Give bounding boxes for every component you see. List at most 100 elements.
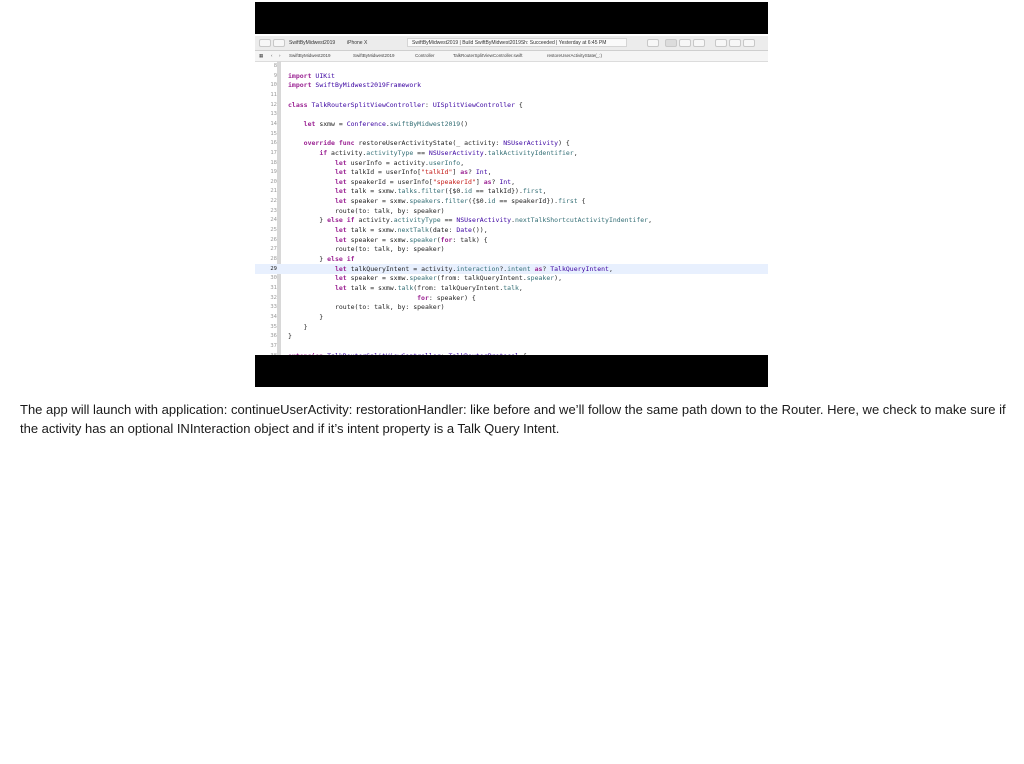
line-number: 24	[270, 217, 277, 224]
grid-icon[interactable]: ▦	[259, 52, 263, 60]
code-text: let speaker = sxmw.speaker(from: talkQue…	[334, 274, 562, 283]
version-editor-button[interactable]	[693, 39, 705, 47]
code-line[interactable]: 13	[255, 109, 768, 119]
code-line[interactable]: 15	[255, 129, 768, 139]
line-number: 18	[270, 159, 277, 166]
code-text: let userInfo = activity.userInfo,	[334, 158, 465, 167]
line-number: 9	[273, 72, 277, 79]
line-number: 20	[270, 178, 277, 185]
code-text: let speakerId = userInfo["speakerId"] as…	[334, 177, 516, 186]
line-number: 33	[270, 304, 277, 311]
code-text: let talkQueryIntent = activity.interacti…	[334, 264, 613, 273]
code-text: let sxmw = Conference.swiftByMidwest2019…	[303, 119, 469, 128]
inspector-toggle-button[interactable]	[743, 39, 755, 47]
code-line[interactable]: 14 let sxmw = Conference.swiftByMidwest2…	[255, 119, 768, 129]
code-text: class TalkRouterSplitViewController: UIS…	[288, 100, 523, 109]
code-text: route(to: talk, by: speaker)	[288, 303, 445, 312]
code-text: let talk = sxmw.talks.filter({$0.id == t…	[334, 187, 547, 196]
code-line[interactable]: 37	[255, 341, 768, 351]
jumpbar-item-target[interactable]: SwiftByMidwest2019	[353, 52, 395, 60]
jumpbar-item-project[interactable]: SwiftByMidwest2019	[289, 52, 331, 60]
source-editor[interactable]: 8 9 import UIKit 10 import SwiftByMidwest201…	[255, 61, 768, 355]
code-text: }	[288, 322, 308, 331]
line-number: 34	[270, 313, 277, 320]
code-line[interactable]: 29 let talkQueryIntent = activity.intera…	[255, 263, 768, 274]
code-line[interactable]: 36}	[255, 331, 768, 341]
line-number: 15	[270, 130, 277, 137]
code-text: route(to: talk, by: speaker)	[288, 245, 445, 254]
line-number: 13	[270, 111, 277, 118]
line-number: 8	[273, 63, 277, 69]
code-text: let speaker = sxmw.speakers.filter({$0.i…	[334, 197, 586, 206]
line-number: 35	[270, 323, 277, 330]
line-number: 27	[270, 246, 277, 253]
forward-icon[interactable]: ›	[279, 52, 281, 60]
code-line[interactable]: 24 } else if activity.activityType == NS…	[255, 215, 768, 225]
scheme-selector[interactable]: SwiftByMidwest2019	[289, 39, 335, 47]
code-line[interactable]: 20 let speakerId = userInfo["speakerId"]…	[255, 177, 768, 187]
code-line[interactable]: 8	[255, 61, 768, 71]
code-line[interactable]: 28 } else if	[255, 254, 768, 264]
code-line[interactable]: 30 let speaker = sxmw.speaker(from: talk…	[255, 273, 768, 283]
xcode-toolbar: SwiftByMidwest2019 iPhone X SwiftByMidwe…	[255, 36, 768, 51]
line-number: 21	[270, 188, 277, 195]
code-line[interactable]: 32 for: speaker) {	[255, 293, 768, 303]
standard-editor-button[interactable]	[665, 39, 677, 47]
code-line[interactable]: 27 route(to: talk, by: speaker)	[255, 244, 768, 254]
code-line[interactable]: 23 route(to: talk, by: speaker)	[255, 206, 768, 216]
line-number: 28	[270, 256, 277, 262]
line-number: 31	[270, 284, 277, 291]
code-text: }	[288, 332, 292, 341]
jumpbar-item-file[interactable]: TalkRouterSplitViewController.swift	[453, 52, 522, 60]
line-number: 17	[270, 149, 277, 156]
code-line[interactable]: 19 let talkId = userInfo["talkId"] as? I…	[255, 167, 768, 177]
line-number: 10	[270, 82, 277, 89]
code-line[interactable]: 17 if activity.activityType == NSUserAct…	[255, 148, 768, 158]
assistant-editor-button[interactable]	[679, 39, 691, 47]
code-line[interactable]: 22 let speaker = sxmw.speakers.filter({$…	[255, 196, 768, 206]
jumpbar-item-symbol[interactable]: restoreUserActivityState(_:)	[547, 52, 602, 60]
code-line[interactable]: 10 import SwiftByMidwest2019Framework	[255, 80, 768, 90]
code-text: let talkId = userInfo["talkId"] as? Int,	[334, 168, 492, 177]
code-line[interactable]: 35 }	[255, 322, 768, 332]
code-line[interactable]: 31 let talk = sxmw.talk(from: talkQueryI…	[255, 283, 768, 293]
code-text: import SwiftByMidwest2019Framework	[288, 81, 422, 90]
code-text: extension TalkRouterSplitViewController:…	[288, 351, 527, 356]
code-text: override func restoreUserActivityState(_…	[303, 139, 570, 148]
code-text: import UIKit	[288, 71, 335, 80]
code-text: let talk = sxmw.nextTalk(date: Date()),	[334, 226, 488, 235]
debug-toggle-button[interactable]	[729, 39, 741, 47]
line-number: 12	[270, 101, 277, 108]
code-text: let talk = sxmw.talk(from: talkQueryInte…	[334, 283, 523, 292]
line-number: 37	[270, 342, 277, 349]
line-number: 29	[270, 265, 277, 272]
code-line[interactable]: 21 let talk = sxmw.talks.filter({$0.id =…	[255, 186, 768, 196]
line-number: 25	[270, 227, 277, 234]
code-line[interactable]: 18 let userInfo = activity.userInfo,	[255, 158, 768, 168]
activity-status: SwiftByMidwest2019 | Build SwiftByMidwes…	[407, 38, 627, 47]
run-button[interactable]	[259, 39, 271, 47]
device-selector[interactable]: iPhone X	[347, 39, 367, 47]
back-icon[interactable]: ‹	[271, 52, 273, 60]
code-text: for: speaker) {	[417, 293, 476, 302]
code-line[interactable]: 9 import UIKit	[255, 71, 768, 81]
line-number: 23	[270, 207, 277, 214]
code-line[interactable]: 26 let speaker = sxmw.speaker(for: talk)…	[255, 235, 768, 245]
code-line[interactable]: 16 override func restoreUserActivityStat…	[255, 138, 768, 148]
library-button[interactable]	[647, 39, 659, 47]
line-number: 22	[270, 198, 277, 205]
code-line[interactable]: 33 route(to: talk, by: speaker)	[255, 302, 768, 312]
line-number: 36	[270, 333, 277, 340]
line-number: 32	[270, 294, 277, 301]
code-line[interactable]: 38 extension TalkRouterSplitViewControlle…	[255, 351, 768, 356]
line-number: 19	[270, 169, 277, 176]
stop-button[interactable]	[273, 39, 285, 47]
navigator-toggle-button[interactable]	[715, 39, 727, 47]
code-line[interactable]: 11	[255, 90, 768, 100]
code-line[interactable]: 34 }	[255, 312, 768, 322]
jumpbar-item-group[interactable]: Controller	[415, 52, 435, 60]
code-line[interactable]: 25 let talk = sxmw.nextTalk(date: Date()…	[255, 225, 768, 235]
slide-caption: The app will launch with application: co…	[20, 402, 1006, 436]
code-line[interactable]: 12 class TalkRouterSplitViewController: U…	[255, 100, 768, 110]
line-number: 30	[270, 275, 277, 282]
